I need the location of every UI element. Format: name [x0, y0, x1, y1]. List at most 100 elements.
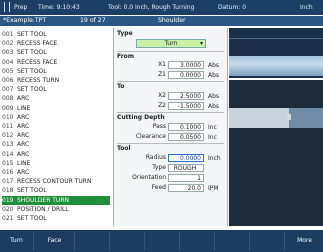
program-header: *Example.TPT 19 of 27 Shoulder — [0, 16, 323, 26]
row-label: ARC — [17, 150, 30, 158]
program-row[interactable]: 004 RECESS FACE — [2, 58, 110, 67]
row-label: ARC — [17, 113, 30, 121]
softkey-blank-3[interactable] — [76, 232, 110, 250]
row-number: 013 — [2, 141, 14, 149]
z2-field[interactable]: -1.5000 — [168, 102, 204, 110]
program-row[interactable]: 005 SET TOOL — [2, 67, 110, 76]
clearance-unit: Inc — [208, 134, 217, 141]
row-number: 017 — [2, 178, 14, 186]
softkey-turn[interactable]: Turn — [0, 232, 34, 250]
row-label: ARC — [17, 132, 30, 140]
feed-field[interactable]: 20.0 — [168, 184, 204, 192]
clearance-field[interactable]: 0.0500 — [168, 133, 204, 141]
radius-field[interactable]: 0.0000 — [168, 154, 204, 162]
program-row[interactable]: 017 RECESS CONTOUR TURN — [2, 177, 110, 186]
row-number: 018 — [2, 187, 14, 195]
row-number: 004 — [2, 58, 14, 66]
x1-field[interactable]: 3.0000 — [168, 61, 204, 69]
program-row[interactable]: 012 ARC — [2, 131, 110, 140]
program-row[interactable]: 018 SET TOOL — [2, 186, 110, 195]
program-row[interactable]: 007 SET TOOL — [2, 85, 110, 94]
program-row[interactable]: 010 ARC — [2, 113, 110, 122]
program-row[interactable]: 009 LINE — [2, 104, 110, 113]
x1-label: X1 — [158, 61, 166, 68]
mode-title: Prep — [14, 4, 28, 11]
file-name: *Example.TPT — [3, 17, 47, 24]
feed-unit: IPM — [208, 185, 219, 192]
divider — [117, 143, 224, 144]
row-label: ARC — [17, 95, 30, 103]
softkey-blank-5[interactable] — [146, 232, 180, 250]
program-list[interactable]: 001 SET TOOL 002 RECESS FACE 003 SET TOOL 004 R… — [0, 28, 114, 226]
tool-info: Tool: 0.0 Inch, Rough Turning — [108, 4, 195, 11]
program-row[interactable]: 001 SET TOOL — [2, 30, 110, 39]
chevron-down-icon: ▾ — [199, 40, 203, 47]
row-label: RECESS TURN — [17, 77, 60, 84]
z1-label: Z1 — [158, 71, 166, 78]
divider — [117, 81, 224, 82]
z1-field[interactable]: 0.0000 — [168, 71, 204, 79]
row-label: SET TOOL — [17, 86, 47, 94]
program-row[interactable]: 015 LINE — [2, 159, 110, 168]
program-row[interactable]: 006 RECESS TURN — [2, 76, 110, 85]
row-number: 015 — [2, 159, 14, 167]
feed-label: Feed — [151, 184, 166, 191]
datum-info: Datum: 0 — [218, 4, 247, 11]
row-number: 021 — [2, 215, 14, 222]
shoulder-form: Type Turn ▾ From X1 3.0000 Abs Z1 0.0000 … — [114, 28, 228, 226]
row-number: 001 — [2, 31, 14, 38]
program-row[interactable]: 014 ARC — [2, 150, 110, 159]
row-label: SET TOOL — [17, 31, 47, 38]
row-number: 009 — [2, 104, 14, 112]
pass-field[interactable]: 0.1000 — [168, 123, 204, 131]
row-label: ARC — [17, 169, 30, 176]
program-row[interactable]: 021 SET TOOL — [2, 214, 110, 223]
x2-field[interactable]: 2.5000 — [168, 92, 204, 100]
program-row[interactable]: 013 ARC — [2, 140, 110, 149]
row-number: 002 — [2, 40, 14, 48]
row-number: 003 — [2, 49, 14, 57]
type-select[interactable]: Turn ▾ — [136, 39, 206, 48]
program-row[interactable]: 011 ARC — [2, 122, 110, 131]
program-row[interactable]: 020 POSITION / DRILL — [2, 205, 110, 214]
row-label: SHOULDER TURN — [17, 196, 69, 204]
radius-label: Radius — [145, 154, 166, 161]
row-label: ARC — [17, 141, 30, 149]
tool-insert — [287, 114, 291, 120]
program-row[interactable]: 002 RECESS FACE — [2, 39, 110, 48]
program-row[interactable]: 003 SET TOOL — [2, 48, 110, 57]
event-type: Shoulder — [158, 17, 186, 24]
program-row[interactable]: 019 SHOULDER TURN — [2, 195, 110, 205]
tool-type-field[interactable]: ROUGH — [168, 164, 204, 172]
pass-label: Pass — [152, 123, 166, 130]
grip-icon — [4, 2, 10, 12]
softkey-blank-6[interactable] — [181, 232, 215, 250]
softkey-blank-8[interactable] — [251, 232, 285, 250]
program-row[interactable]: 016 ARC — [2, 168, 110, 177]
cutting-depth-section-label: Cutting Depth — [117, 114, 165, 121]
softkey-blank-4[interactable] — [111, 232, 145, 250]
tool-type-label: Type — [152, 164, 166, 171]
softkey-bar: Turn Face More — [0, 230, 323, 252]
row-label: RECESS FACE — [17, 40, 58, 48]
divider — [117, 51, 224, 52]
orientation-field[interactable]: 1 — [168, 174, 204, 182]
softkey-blank-7[interactable] — [216, 232, 250, 250]
tool-section-label: Tool — [117, 145, 131, 152]
softkey-more[interactable]: More — [286, 232, 323, 250]
row-label: SET TOOL — [17, 67, 47, 75]
x1-unit: Abs — [208, 62, 220, 69]
part-preview-upper[interactable] — [229, 28, 323, 78]
part-preview-lower[interactable] — [229, 80, 323, 226]
units-indicator: Inch — [300, 4, 313, 11]
program-row[interactable]: 008 ARC — [2, 94, 110, 103]
row-label: RECESS FACE — [17, 58, 58, 66]
softkey-face[interactable]: Face — [35, 232, 75, 250]
radius-unit: Inch — [208, 155, 221, 162]
row-label: SET TOOL — [17, 215, 47, 222]
row-label: SET TOOL — [17, 49, 47, 57]
stock-part — [229, 108, 289, 128]
top-status-bar: Prep Time: 9:10:43 Tool: 0.0 Inch, Rough… — [0, 0, 323, 15]
row-number: 007 — [2, 86, 14, 94]
row-number: 019 — [2, 196, 14, 204]
